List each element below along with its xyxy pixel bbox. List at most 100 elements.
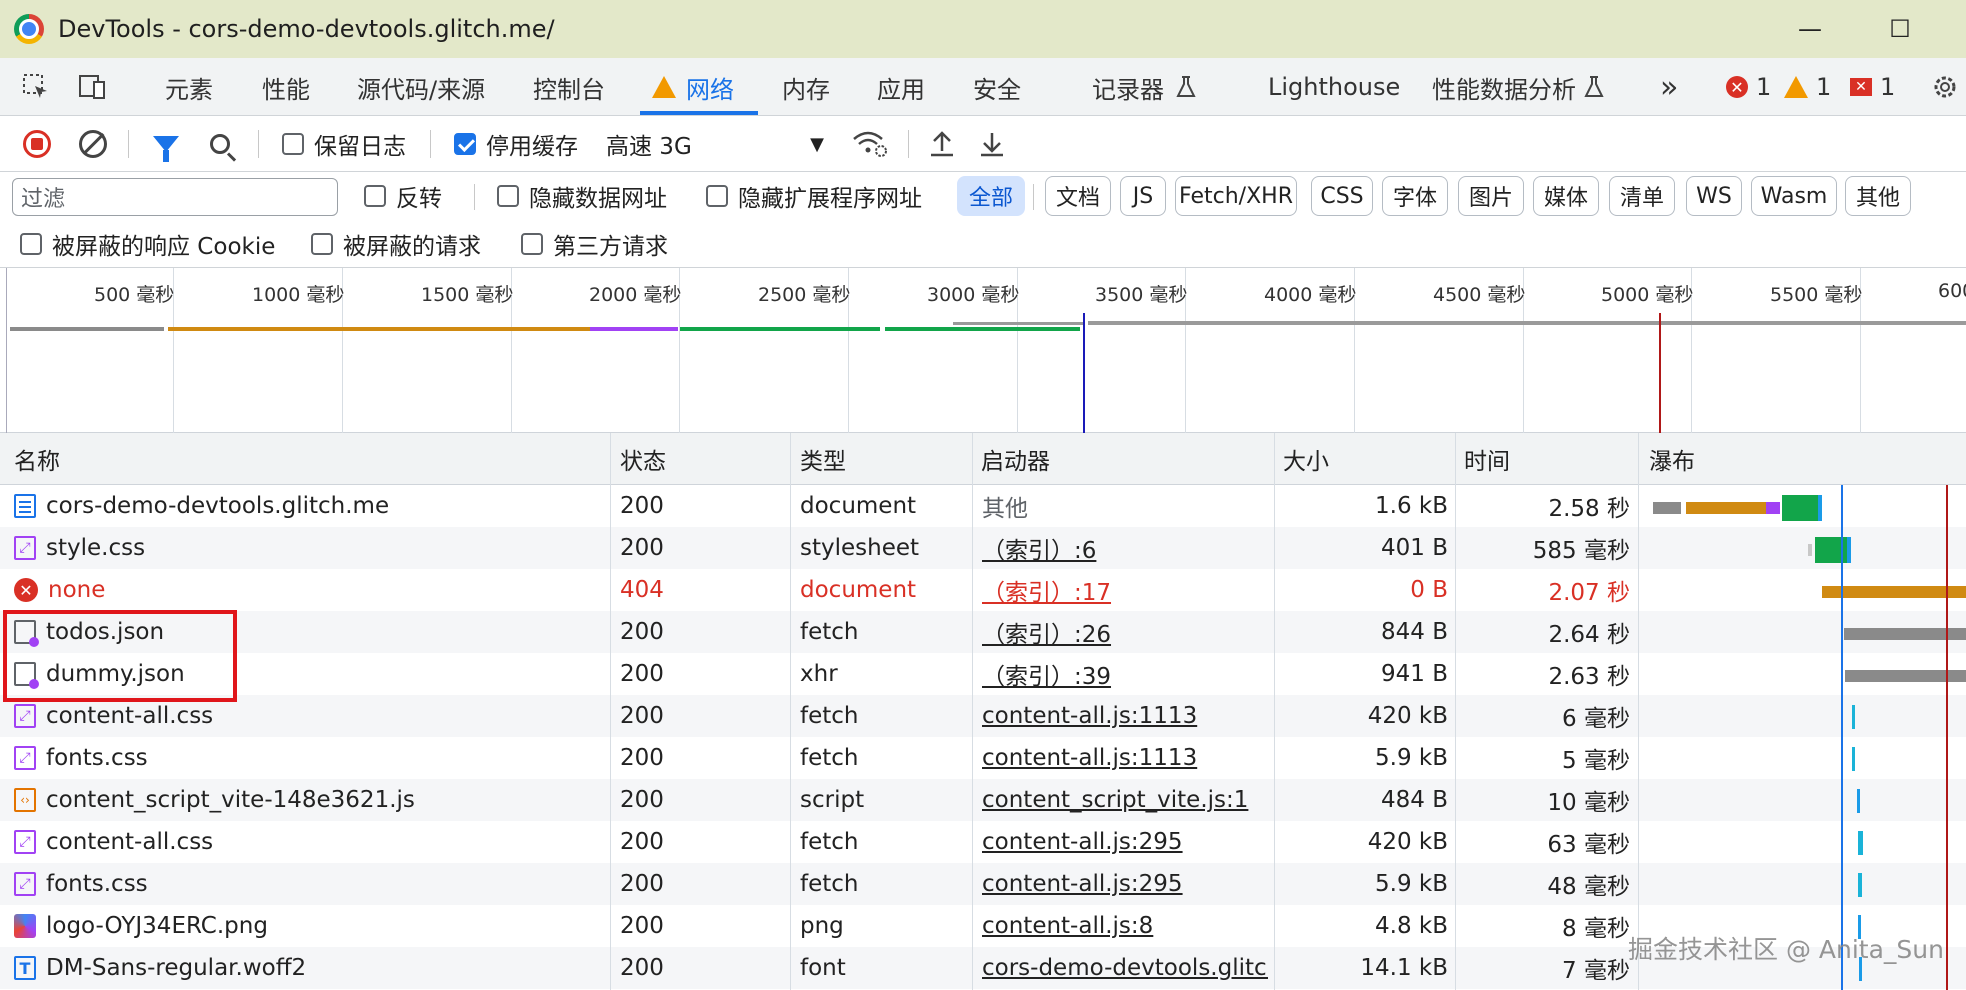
request-name[interactable]: ⤢ content-all.css — [14, 821, 604, 863]
tab-security[interactable]: 安全 — [973, 58, 1021, 116]
filter-input[interactable]: 过滤 — [12, 178, 338, 216]
more-tabs-button[interactable]: » — [1660, 58, 1678, 116]
table-row[interactable]: ⤢ content-all.css 200 fetch content-all.js:1… — [0, 695, 1966, 737]
tab-sources[interactable]: 源代码/来源 — [357, 58, 485, 116]
tab-memory[interactable]: 内存 — [782, 58, 830, 116]
request-initiator[interactable]: （索引）:26 — [982, 611, 1268, 653]
column-header-status[interactable]: 状态 — [612, 433, 666, 485]
column-header-time[interactable]: 时间 — [1456, 433, 1510, 485]
request-time: 10 毫秒 — [1547, 790, 1630, 816]
filter-chip-fetch-xhr[interactable]: Fetch/XHR — [1175, 176, 1297, 216]
requests-table: 名称 状态 类型 启动器 大小 时间 瀑布 cors-demo-devtools… — [0, 433, 1966, 990]
filter-chip-wasm[interactable]: Wasm — [1751, 176, 1837, 216]
column-header-size[interactable]: 大小 — [1275, 433, 1329, 485]
hide-data-urls-checkbox[interactable]: 隐藏数据网址 — [497, 176, 667, 216]
filter-chip-media[interactable]: 媒体 — [1533, 176, 1599, 216]
tab-lighthouse[interactable]: Lighthouse — [1268, 58, 1400, 116]
hide-extension-urls-checkbox[interactable]: 隐藏扩展程序网址 — [706, 176, 922, 216]
request-initiator[interactable]: content-all.js:295 — [982, 863, 1268, 905]
devtools-tabs: 元素 性能 源代码/来源 控制台 网络 内存 应用 安全 记录器 Lightho… — [0, 58, 1966, 116]
request-name[interactable]: T DM-Sans-regular.woff2 — [14, 947, 604, 989]
table-row[interactable]: todos.json 200 fetch （索引）:26 844 B 2.64 秒 — [0, 611, 1966, 653]
table-row[interactable]: ⤢ fonts.css 200 fetch content-all.js:1113 5.9… — [0, 737, 1966, 779]
preserve-log-checkbox[interactable]: 保留日志 — [282, 116, 406, 172]
disable-cache-checkbox[interactable]: 停用缓存 — [454, 116, 578, 172]
tab-recorder[interactable]: 记录器 — [1092, 58, 1164, 116]
filter-chip-manifest[interactable]: 清单 — [1609, 176, 1675, 216]
import-har-button[interactable] — [928, 116, 956, 172]
request-initiator[interactable]: （索引）:39 — [982, 653, 1268, 695]
search-button[interactable] — [210, 116, 230, 172]
inspect-element-icon[interactable] — [20, 58, 52, 116]
filter-chip-js[interactable]: JS — [1120, 176, 1166, 216]
filter-chip-css[interactable]: CSS — [1311, 176, 1373, 216]
blocked-requests-checkbox[interactable]: 被屏蔽的请求 — [311, 224, 481, 264]
request-name[interactable]: ⤢ fonts.css — [14, 863, 604, 905]
request-initiator[interactable]: content-all.js:1113 — [982, 737, 1268, 779]
request-name[interactable]: ⤢ fonts.css — [14, 737, 604, 779]
request-status: 200 — [620, 787, 664, 813]
request-name[interactable]: ⤢ style.css — [14, 527, 604, 569]
waterfall-bar — [1808, 544, 1812, 556]
request-size: 4.8 kB — [1375, 913, 1448, 939]
column-header-waterfall[interactable]: 瀑布 — [1641, 433, 1695, 485]
request-initiator[interactable]: content-all.js:8 — [982, 905, 1268, 947]
request-initiator[interactable]: cors-demo-devtools.glitc… — [982, 947, 1268, 989]
tab-console[interactable]: 控制台 — [533, 58, 605, 116]
request-initiator[interactable]: content-all.js:1113 — [982, 695, 1268, 737]
third-party-checkbox[interactable]: 第三方请求 — [521, 224, 668, 264]
request-type: fetch — [800, 745, 859, 771]
filter-chip-other[interactable]: 其他 — [1845, 176, 1911, 216]
settings-gear-icon[interactable] — [1930, 58, 1960, 116]
request-initiator[interactable]: （索引）:6 — [982, 527, 1268, 569]
device-toolbar-icon[interactable] — [76, 58, 108, 116]
filter-chip-all[interactable]: 全部 — [957, 176, 1025, 216]
tick-label: 4500 毫秒 — [1433, 284, 1526, 306]
table-row[interactable]: dummy.json 200 xhr （索引）:39 941 B 2.63 秒 — [0, 653, 1966, 695]
maximize-button[interactable]: ☐ — [1870, 0, 1930, 58]
tab-elements[interactable]: 元素 — [165, 58, 213, 116]
request-initiator[interactable]: （索引）:17 — [982, 569, 1268, 611]
export-har-button[interactable] — [978, 116, 1006, 172]
table-row[interactable]: ⤢ fonts.css 200 fetch content-all.js:295 5.9 … — [0, 863, 1966, 905]
tab-network[interactable]: 网络 — [686, 58, 734, 116]
table-row[interactable]: ⤢ content-all.css 200 fetch content-all.js:2… — [0, 821, 1966, 863]
request-name[interactable]: cors-demo-devtools.glitch.me — [14, 485, 604, 527]
error-count-badge[interactable]: ✕ 1 — [1726, 58, 1771, 116]
table-row[interactable]: ⤢ style.css 200 stylesheet （索引）:6 401 B 585 毫秒 — [0, 527, 1966, 569]
table-row[interactable]: ‹› content_script_vite-148e3621.js 200 scri… — [0, 779, 1966, 821]
filter-toggle-button[interactable] — [153, 116, 179, 172]
filter-chip-doc[interactable]: 文档 — [1045, 176, 1111, 216]
warning-count-badge[interactable]: 1 — [1784, 58, 1831, 116]
request-name[interactable]: ‹› content_script_vite-148e3621.js — [14, 779, 604, 821]
filter-chip-img[interactable]: 图片 — [1458, 176, 1524, 216]
clear-button[interactable] — [79, 116, 107, 172]
request-size: 484 B — [1381, 787, 1448, 813]
request-initiator[interactable]: content-all.js:295 — [982, 821, 1268, 863]
request-name[interactable]: logo-OYJ34ERC.png — [14, 905, 604, 947]
request-initiator[interactable]: content_script_vite.js:1 — [982, 779, 1268, 821]
request-name[interactable]: ✕ none — [14, 569, 604, 611]
column-header-type[interactable]: 类型 — [792, 433, 846, 485]
network-overview[interactable]: 500 毫秒 1000 毫秒 1500 毫秒 2000 毫秒 2500 毫秒 3… — [0, 268, 1966, 433]
css-icon: ⤢ — [14, 704, 36, 728]
network-conditions-icon[interactable] — [852, 116, 888, 172]
column-header-name[interactable]: 名称 — [6, 433, 60, 485]
font-icon: T — [14, 956, 36, 980]
minimize-button[interactable]: — — [1780, 0, 1840, 58]
throttling-select[interactable]: 高速 3G ▼ — [606, 116, 828, 172]
invert-checkbox[interactable]: 反转 — [364, 176, 442, 216]
issues-count-badge[interactable]: ✕ 1 — [1850, 58, 1895, 116]
table-row[interactable]: ✕ none 404 document （索引）:17 0 B 2.07 秒 — [0, 569, 1966, 611]
tab-performance-insights[interactable]: 性能数据分析 — [1432, 58, 1576, 116]
column-header-initiator[interactable]: 启动器 — [973, 433, 1050, 485]
script-icon: ‹› — [14, 788, 36, 812]
blocked-cookies-checkbox[interactable]: 被屏蔽的响应 Cookie — [20, 224, 275, 264]
tab-performance[interactable]: 性能 — [262, 58, 310, 116]
tab-application[interactable]: 应用 — [877, 58, 925, 116]
filter-chip-font[interactable]: 字体 — [1382, 176, 1448, 216]
filter-chip-ws[interactable]: WS — [1686, 176, 1742, 216]
record-button[interactable] — [23, 116, 51, 172]
request-size: 420 kB — [1367, 703, 1448, 729]
request-status: 200 — [620, 535, 664, 561]
